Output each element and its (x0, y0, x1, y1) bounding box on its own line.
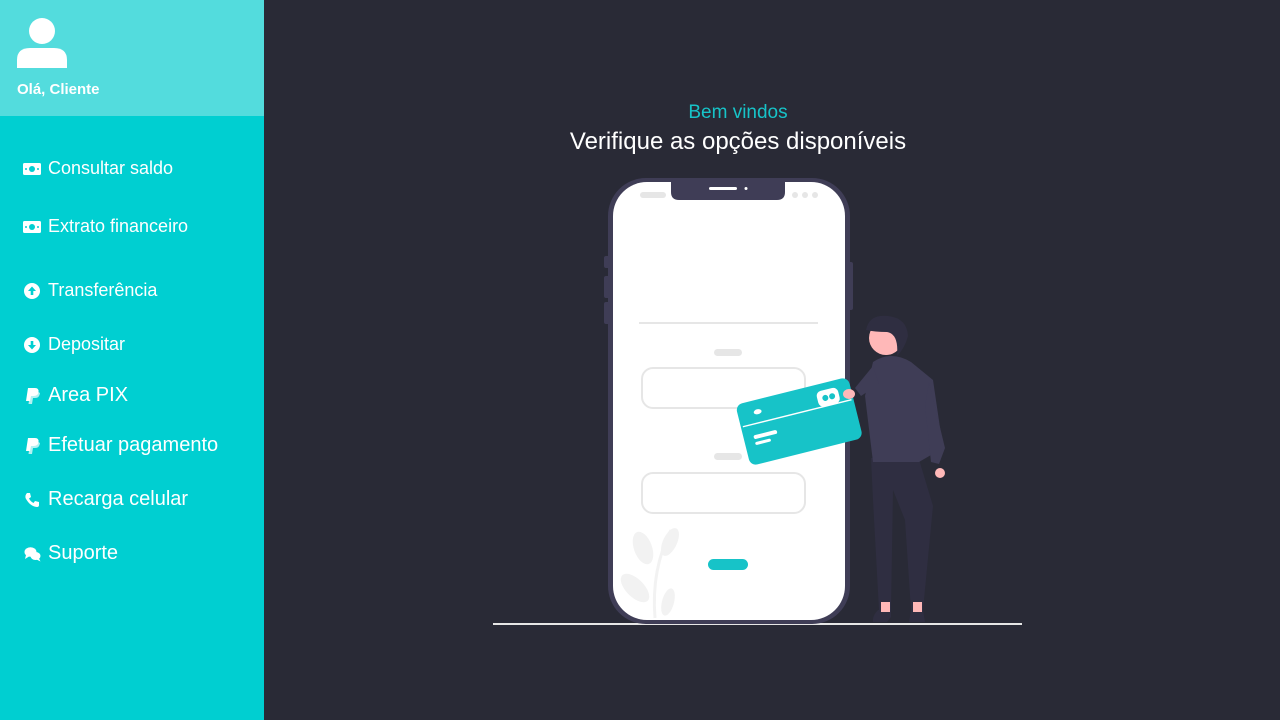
main-content: Bem vindos Verifique as opções disponíve… (264, 0, 1280, 720)
menu-item-label: Depositar (48, 334, 126, 354)
chat-bubbles-icon (22, 544, 42, 564)
profile-header: Olá, Cliente (0, 0, 264, 116)
menu-item-label: Transferência (48, 280, 158, 300)
menu-item-label: Consultar saldo (48, 158, 174, 178)
menu-item-label: Efetuar pagamento (48, 434, 219, 456)
arrow-down-circle-icon (22, 335, 42, 355)
paypal-icon (22, 436, 42, 456)
greeting-text: Olá, Cliente (17, 81, 100, 98)
money-bill-icon (22, 217, 42, 237)
sidebar: Olá, Cliente Consultar saldo Extrato fin… (0, 0, 264, 720)
menu-item-transferencia[interactable]: Transferência (22, 280, 157, 301)
phone-icon (22, 490, 42, 510)
mobile-banking-illustration (493, 178, 1022, 625)
menu-item-label: Extrato financeiro (48, 216, 189, 236)
welcome-heading: Bem vindos (688, 102, 788, 123)
menu-item-efetuar-pagamento[interactable]: Efetuar pagamento (22, 434, 218, 457)
form-field (641, 472, 806, 514)
menu-item-label: Recarga celular (48, 488, 189, 510)
money-bill-icon (22, 159, 42, 179)
menu-item-extrato-financeiro[interactable]: Extrato financeiro (22, 216, 188, 237)
menu-item-consultar-saldo[interactable]: Consultar saldo (22, 158, 173, 179)
paypal-icon (22, 386, 42, 406)
menu-item-recarga-celular[interactable]: Recarga celular (22, 488, 188, 511)
screen-button (708, 559, 748, 570)
menu-item-area-pix[interactable]: Area PIX (22, 384, 128, 407)
menu-item-suporte[interactable]: Suporte (22, 542, 118, 565)
menu-item-label: Area PIX (48, 384, 129, 406)
user-avatar-icon (17, 18, 67, 68)
menu-item-depositar[interactable]: Depositar (22, 334, 125, 355)
page-subtitle: Verifique as opções disponíveis (569, 128, 907, 155)
menu-item-label: Suporte (48, 542, 119, 564)
arrow-up-circle-icon (22, 281, 42, 301)
